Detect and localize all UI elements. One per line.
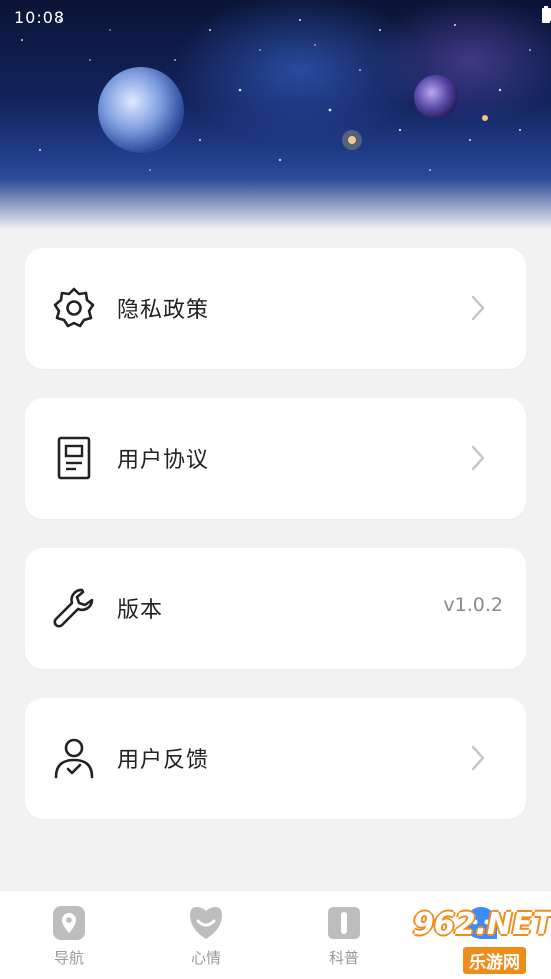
- planet-right: [414, 75, 458, 119]
- user-check-icon: [54, 738, 94, 779]
- menu-label: 用户反馈: [117, 748, 210, 773]
- wrench-icon: [53, 588, 94, 628]
- menu-item-user-feedback[interactable]: 用户反馈: [25, 698, 526, 819]
- document-icon: [57, 436, 91, 480]
- tab-mood[interactable]: 心情: [146, 891, 266, 979]
- menu-label: 隐私政策: [117, 298, 210, 323]
- book-icon: [328, 907, 360, 939]
- battery-icon: [542, 6, 550, 23]
- menu-label: 版本: [117, 598, 164, 623]
- status-time: 10:08: [14, 8, 66, 27]
- watermark-logo: 962.NET 乐游网: [413, 907, 551, 974]
- chevron-right-icon: [471, 445, 485, 471]
- menu-item-version[interactable]: 版本 v1.0.2: [25, 548, 526, 669]
- bottom-tab-bar: 导航 心情 科普 我的 962.NET 乐游网: [0, 891, 551, 979]
- gear-icon: [53, 287, 95, 328]
- tab-label: 科普: [328, 949, 359, 967]
- watermark-text: 962.NET: [413, 907, 551, 942]
- menu-item-privacy-policy[interactable]: 隐私政策: [25, 248, 526, 369]
- tab-label: 导航: [53, 949, 84, 967]
- status-bar: 10:08: [0, 0, 551, 36]
- watermark-subtext: 乐游网: [463, 947, 526, 974]
- smile-icon: [190, 907, 222, 939]
- tab-label: 心情: [190, 949, 221, 967]
- tab-navigation[interactable]: 导航: [9, 891, 129, 979]
- version-value: v1.0.2: [443, 594, 503, 616]
- chevron-right-icon: [471, 295, 485, 321]
- tab-science[interactable]: 科普: [284, 891, 404, 979]
- location-pin-icon: [53, 906, 85, 940]
- chevron-right-icon: [471, 745, 485, 771]
- header-banner: 10:08: [0, 0, 551, 230]
- menu-item-user-agreement[interactable]: 用户协议: [25, 398, 526, 519]
- menu-label: 用户协议: [117, 448, 210, 473]
- planet-left: [98, 67, 184, 153]
